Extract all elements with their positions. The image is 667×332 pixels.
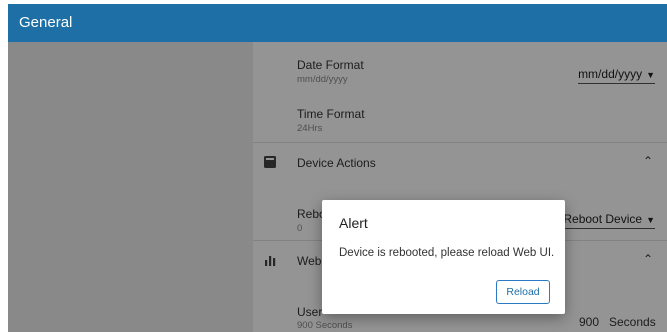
dialog-title: Alert — [339, 215, 368, 231]
dialog-message: Device is rebooted, please reload Web UI… — [339, 247, 555, 259]
page-title: General — [19, 14, 73, 31]
page-header: General — [8, 4, 667, 42]
app-root: General Date Format mm/dd/yyyy mm/dd/yyy… — [0, 0, 667, 332]
alert-dialog: Alert Device is rebooted, please reload … — [322, 200, 565, 314]
reload-button[interactable]: Reload — [496, 280, 550, 304]
